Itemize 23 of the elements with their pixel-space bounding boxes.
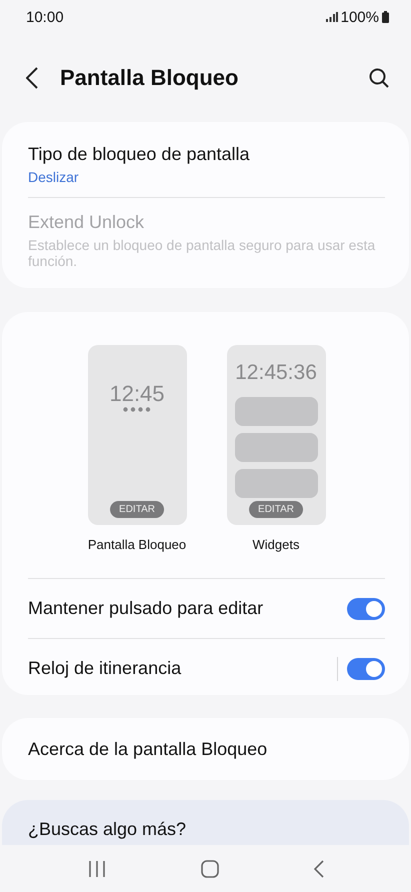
preview-caption: Widgets <box>252 537 300 552</box>
setting-label: Mantener pulsado para editar <box>28 598 264 619</box>
back-nav-button[interactable] <box>312 858 326 880</box>
battery-percentage: 100% <box>340 8 379 26</box>
status-time: 10:00 <box>26 8 64 26</box>
help-title: ¿Buscas algo más? <box>28 819 186 839</box>
battery-icon <box>382 11 389 23</box>
setting-label: Reloj de itinerancia <box>28 658 182 679</box>
page-title: Pantalla Bloqueo <box>60 65 240 91</box>
edit-button[interactable]: EDITAR <box>110 501 164 518</box>
signal-icon <box>326 12 338 22</box>
preview-caption: Pantalla Bloqueo <box>88 537 186 552</box>
preview-clock: 12:45 <box>109 381 165 407</box>
screen-preview[interactable]: 12:45:36 EDITAR <box>226 345 326 525</box>
edit-button[interactable]: EDITAR <box>249 501 303 518</box>
dots-icon <box>123 407 151 412</box>
screen-preview[interactable]: 12:45 EDITAR <box>88 345 186 525</box>
toggle-switch[interactable] <box>347 598 385 620</box>
home-button[interactable] <box>198 858 220 880</box>
setting-item[interactable]: Tipo de bloqueo de pantalla Deslizar <box>28 130 385 197</box>
preview-clock: 12:45:36 <box>235 361 317 385</box>
about-item[interactable]: Acerca de la pantalla Bloqueo <box>2 718 409 780</box>
toggle-switch[interactable] <box>347 658 385 680</box>
